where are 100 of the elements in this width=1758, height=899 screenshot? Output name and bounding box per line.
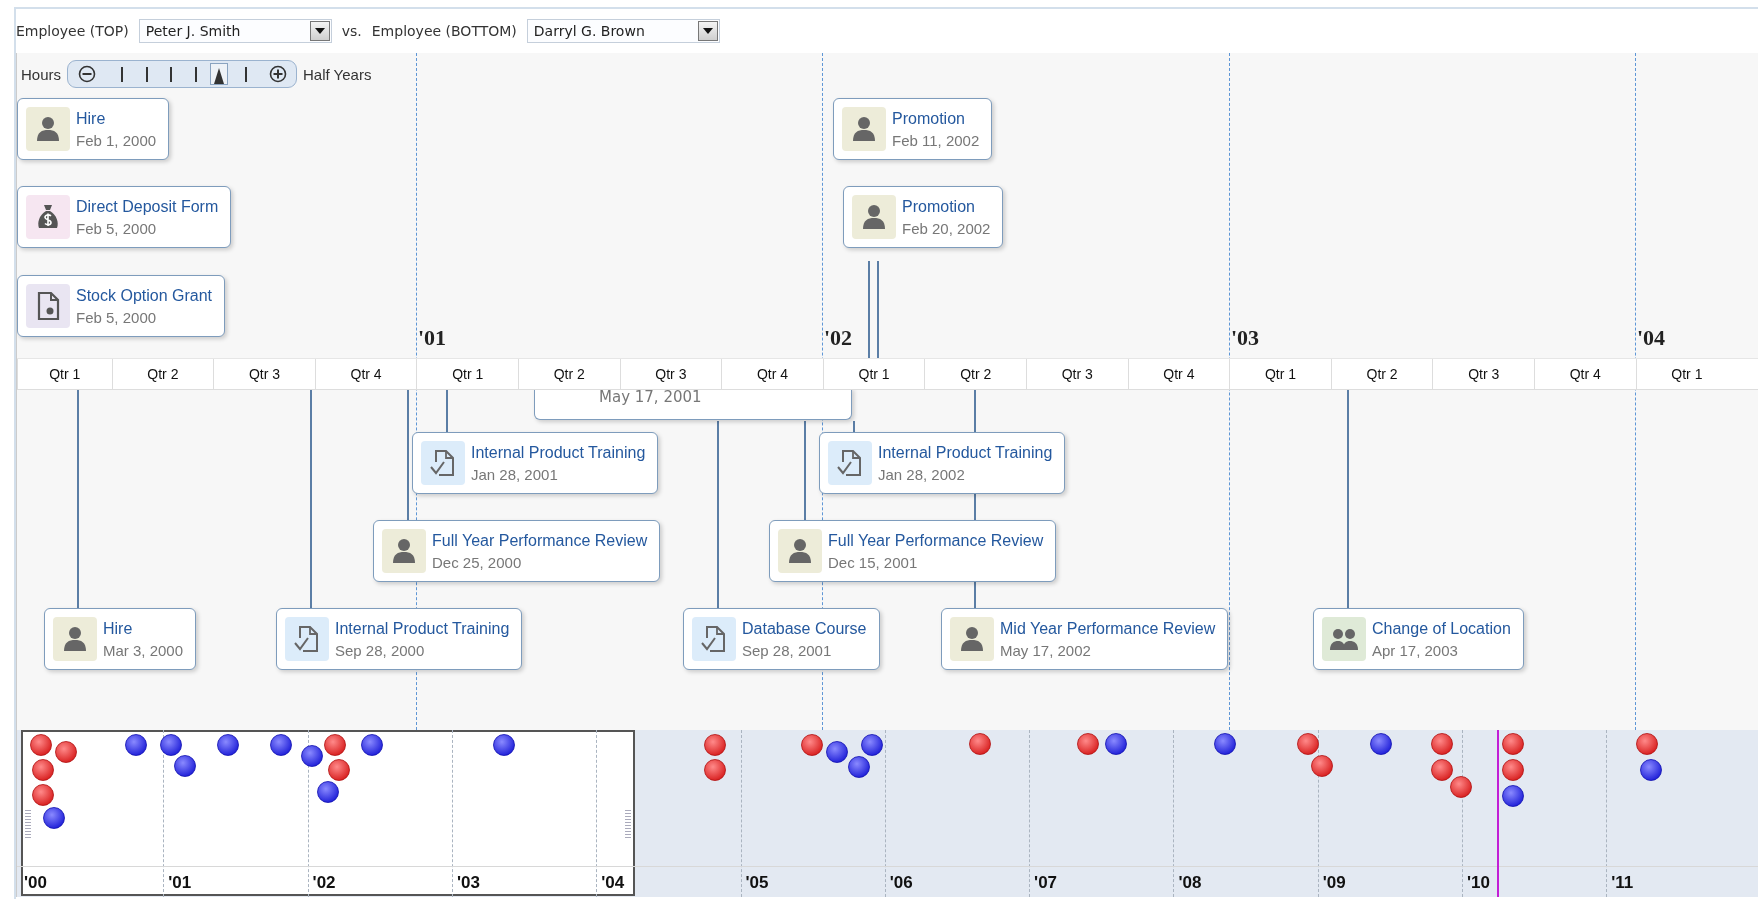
event-title[interactable]: Database Course bbox=[742, 619, 867, 638]
event-card[interactable]: Direct Deposit Form Feb 5, 2000 bbox=[17, 186, 232, 248]
event-title[interactable]: Stock Option Grant bbox=[76, 286, 213, 305]
employee-dropdown[interactable]: Peter J. Smith bbox=[138, 19, 332, 43]
event-card[interactable]: Internal Product Training Sep 28, 2000 bbox=[276, 608, 523, 670]
event-date: Sep 28, 2000 bbox=[335, 641, 426, 659]
event-dot bbox=[301, 745, 323, 767]
quarter-label: Qtr 4 bbox=[1127, 359, 1230, 389]
event-card[interactable]: Full Year Performance Review Dec 25, 2000 bbox=[373, 520, 661, 582]
year-label: '01 bbox=[418, 325, 447, 351]
event-dot bbox=[324, 734, 346, 756]
event-dot bbox=[1105, 733, 1127, 755]
range-handle[interactable] bbox=[25, 810, 31, 838]
year-label: '04 bbox=[601, 873, 625, 893]
event-title[interactable]: Full Year Performance Review bbox=[432, 531, 648, 550]
event-card[interactable]: Promotion Feb 20, 2002 bbox=[843, 186, 1004, 248]
quarter-label: Qtr 3 bbox=[1432, 359, 1534, 389]
quarter-label: Qtr 1 bbox=[416, 359, 518, 389]
year-label: '04 bbox=[1637, 325, 1666, 351]
event-title[interactable]: Direct Deposit Form bbox=[76, 197, 219, 216]
overview-range-window[interactable] bbox=[21, 730, 635, 896]
event-dot bbox=[30, 734, 52, 756]
event-card[interactable]: Promotion Feb 11, 2002 bbox=[833, 98, 993, 160]
event-card[interactable]: Internal Product Training Jan 28, 2002 bbox=[819, 432, 1066, 494]
event-dot bbox=[969, 733, 991, 755]
event-date: Jan 28, 2001 bbox=[471, 465, 559, 483]
event-date: May 17, 2001 bbox=[599, 388, 702, 406]
event-card[interactable]: Hire Feb 1, 2000 bbox=[17, 98, 170, 160]
event-date: Feb 11, 2002 bbox=[892, 131, 980, 149]
slider-thumb[interactable] bbox=[210, 63, 229, 85]
separator-label: vs. bbox=[341, 23, 362, 39]
event-title[interactable]: Internal Product Training bbox=[335, 619, 510, 638]
event-date: Feb 20, 2002 bbox=[902, 219, 991, 237]
event-title[interactable]: Hire bbox=[76, 109, 157, 128]
year-label: '09 bbox=[1322, 873, 1346, 893]
quarter-label: Qtr 4 bbox=[1534, 359, 1636, 389]
event-date: Dec 15, 2001 bbox=[828, 553, 919, 571]
event-dot bbox=[43, 807, 65, 829]
event-card[interactable]: Database Course Sep 28, 2001 bbox=[683, 608, 880, 670]
event-dot bbox=[848, 756, 870, 778]
quarter-label: Qtr 4 bbox=[721, 359, 823, 389]
event-dot bbox=[1297, 733, 1319, 755]
event-title[interactable]: Full Year Performance Review bbox=[828, 531, 1044, 550]
quarter-label: Qtr 3 bbox=[619, 359, 722, 389]
range-handle[interactable] bbox=[625, 810, 631, 838]
leader-line bbox=[446, 388, 448, 432]
event-date: Dec 25, 2000 bbox=[432, 553, 523, 571]
event-title[interactable]: Promotion bbox=[892, 109, 980, 128]
quarter-label: Qtr 3 bbox=[1026, 359, 1128, 389]
event-card[interactable]: Stock Option Grant Feb 5, 2000 bbox=[17, 275, 226, 337]
event-dot bbox=[270, 734, 292, 756]
event-title[interactable]: Internal Product Training bbox=[471, 443, 646, 462]
event-title[interactable]: Hire bbox=[103, 619, 184, 638]
field-label: Employee (BOTTOM) bbox=[371, 23, 517, 39]
event-title[interactable]: Internal Product Training bbox=[878, 443, 1053, 462]
event-dot bbox=[861, 734, 883, 756]
event-card[interactable]: Change of Location Apr 17, 2003 bbox=[1313, 608, 1524, 670]
zoom-max-label: Half Years bbox=[303, 65, 372, 83]
event-dot bbox=[32, 784, 54, 806]
event-card[interactable]: Full Year Performance Review Dec 15, 2001 bbox=[769, 520, 1057, 582]
zoom-out-icon[interactable] bbox=[78, 65, 96, 83]
year-label: '07 bbox=[1034, 873, 1058, 893]
event-dot bbox=[32, 759, 54, 781]
event-card[interactable]: Internal Product Training Jan 28, 2001 bbox=[412, 432, 659, 494]
event-date: Feb 5, 2000 bbox=[76, 308, 158, 326]
quarter-label: Qtr 1 bbox=[17, 359, 112, 389]
zoom-in-icon[interactable] bbox=[269, 65, 287, 83]
event-dot bbox=[493, 734, 515, 756]
event-dot bbox=[1311, 755, 1333, 777]
event-title[interactable]: Change of Location bbox=[1372, 619, 1511, 638]
event-date: Mar 3, 2000 bbox=[103, 641, 184, 659]
event-title[interactable]: Promotion bbox=[902, 197, 991, 216]
quarter-label: Qtr 1 bbox=[1635, 359, 1738, 389]
event-card[interactable]: May 17, 2001 bbox=[534, 388, 852, 420]
quarter-label: Qtr 2 bbox=[1330, 359, 1433, 389]
event-dot bbox=[704, 734, 726, 756]
zoom-min-label: Hours bbox=[21, 65, 61, 83]
quarter-label: Qtr 2 bbox=[111, 359, 214, 389]
event-date: Sep 28, 2001 bbox=[742, 641, 833, 659]
year-label: '06 bbox=[889, 873, 913, 893]
quarter-label: Qtr 3 bbox=[213, 359, 315, 389]
event-dot bbox=[328, 759, 350, 781]
year-label: '01 bbox=[168, 873, 192, 893]
event-dot bbox=[1502, 785, 1524, 807]
event-card[interactable]: Hire Mar 3, 2000 bbox=[44, 608, 197, 670]
event-card[interactable]: Mid Year Performance Review May 17, 2002 bbox=[941, 608, 1229, 670]
year-label: '02 bbox=[312, 873, 336, 893]
zoom-slider[interactable] bbox=[67, 60, 297, 88]
year-label: '03 bbox=[456, 873, 480, 893]
event-date: Feb 5, 2000 bbox=[76, 219, 158, 237]
event-dot bbox=[174, 755, 196, 777]
event-title[interactable]: Mid Year Performance Review bbox=[1000, 619, 1216, 638]
event-dot bbox=[1214, 733, 1236, 755]
event-dot bbox=[1502, 733, 1524, 755]
year-label: '03 bbox=[1231, 325, 1260, 351]
event-dot bbox=[704, 759, 726, 781]
quarter-label: Qtr 1 bbox=[822, 359, 925, 389]
employee-dropdown[interactable]: Darryl G. Brown bbox=[526, 19, 720, 43]
event-dot bbox=[826, 741, 848, 763]
event-dot bbox=[317, 781, 339, 803]
